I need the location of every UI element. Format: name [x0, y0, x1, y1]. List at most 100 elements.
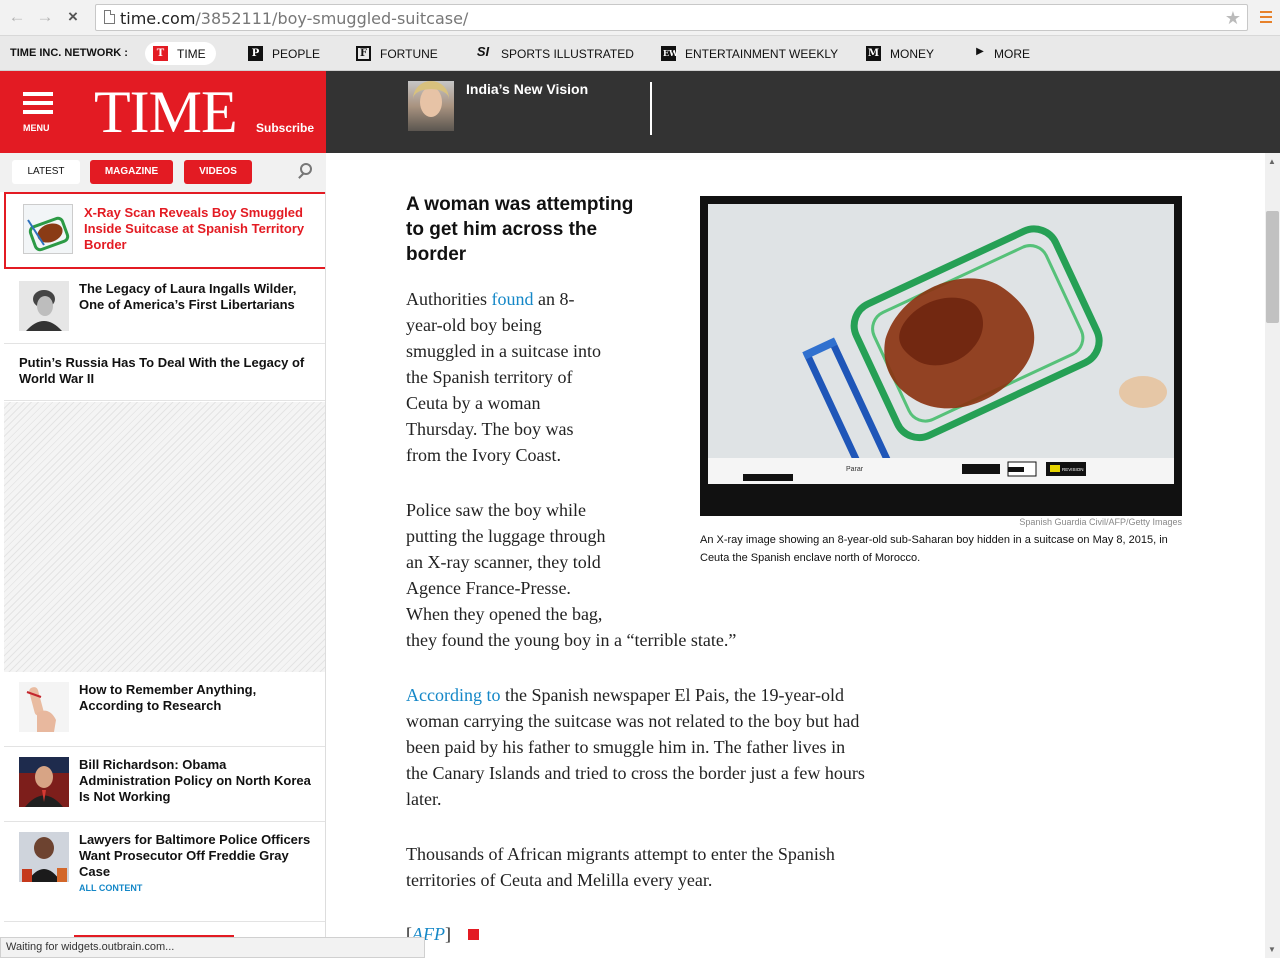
- network-link-time[interactable]: T TIME: [145, 42, 216, 65]
- photo-caption: An X-ray image showing an 8-year-old sub…: [700, 534, 1168, 564]
- time-network-bar: TIME INC. NETWORK : T TIME P PEOPLE F FORTU…: [0, 36, 1280, 71]
- found-link[interactable]: found: [492, 289, 534, 309]
- tab-magazine[interactable]: MAGAZINE: [90, 160, 173, 184]
- network-link-more[interactable]: ▶ MORE: [975, 42, 1030, 65]
- end-of-article-mark: [468, 929, 479, 940]
- scroll-down-icon[interactable]: ▼: [1268, 945, 1276, 954]
- url-host: time.com: [120, 9, 196, 28]
- parar-label: Parar: [846, 466, 864, 473]
- richardson-thumbnail: [19, 757, 69, 807]
- loading-status: Waiting for widgets.outbrain.com...: [0, 937, 425, 958]
- portrait-thumbnail-image: [19, 281, 69, 331]
- browser-menu-icon[interactable]: [1260, 11, 1272, 26]
- scroll-up-icon[interactable]: ▲: [1268, 157, 1276, 166]
- stop-loading-icon[interactable]: ×: [64, 8, 82, 26]
- time-logo-icon: T: [153, 46, 168, 61]
- si-logo-icon: SI: [476, 44, 490, 59]
- xray-thumbnail-image: [24, 205, 72, 253]
- article-subheading: A woman was attempting to get him across…: [406, 194, 634, 265]
- time-logo[interactable]: TIME: [94, 78, 238, 147]
- network-title: TIME INC. NETWORK :: [10, 47, 128, 59]
- sidebar-item-title: X-Ray Scan Reveals Boy Smuggled Inside S…: [84, 205, 305, 252]
- richardson-thumbnail-image: [19, 757, 69, 807]
- ew-logo-icon: EW: [661, 46, 678, 61]
- bookmark-star-icon[interactable]: ★: [1225, 8, 1241, 29]
- search-icon[interactable]: [300, 163, 312, 175]
- subscribe-link[interactable]: Subscribe: [256, 121, 314, 135]
- laura-thumbnail: [19, 281, 69, 331]
- money-logo-icon: M: [866, 46, 881, 61]
- paragraph-3-text: the Spanish newspaper El Pais, the 19-ye…: [500, 685, 845, 705]
- xray-thumbnail: [23, 204, 73, 254]
- paragraph-2-line: Agence France-Presse.: [406, 578, 571, 598]
- network-link-people[interactable]: P PEOPLE: [248, 42, 320, 65]
- paragraph-3-line: later.: [406, 789, 442, 809]
- paragraph-3-line: the Canary Islands and tried to cross th…: [406, 763, 865, 783]
- all-content-link[interactable]: ALL CONTENT: [79, 883, 142, 893]
- finger-thumbnail-image: [19, 682, 69, 732]
- revision-label: REVISION: [1062, 467, 1084, 472]
- promo-avatar[interactable]: [408, 81, 454, 131]
- promo-title[interactable]: India’s New Vision: [466, 81, 588, 97]
- sidebar-item-title: The Legacy of Laura Ingalls Wilder, One …: [79, 281, 297, 312]
- more-arrow-icon: ▶: [976, 46, 984, 57]
- sidebar-item-bill-richardson[interactable]: Bill Richardson: Obama Administration Po…: [4, 747, 325, 822]
- scrollbar-thumb[interactable]: [1266, 211, 1279, 323]
- sidebar-item-xray[interactable]: X-Ray Scan Reveals Boy Smuggled Inside S…: [4, 192, 325, 269]
- paragraph-1-line: Ceuta by a woman: [406, 393, 541, 413]
- address-bar[interactable]: time.com/3852111/boy-smuggled-suitcase/ …: [95, 4, 1248, 31]
- paragraph-1-line: year-old boy being: [406, 315, 542, 335]
- sidebar-item-title: Putin’s Russia Has To Deal With the Lega…: [19, 355, 305, 386]
- paragraph-1-line: the Spanish territory of: [406, 367, 573, 387]
- back-arrow-icon[interactable]: ←: [8, 8, 26, 26]
- sidebar-tabs: LATEST MAGAZINE VIDEOS: [0, 153, 326, 192]
- fortune-logo-icon: F: [356, 46, 371, 61]
- page-icon: [104, 10, 115, 24]
- network-label: FORTUNE: [380, 46, 438, 61]
- paragraph-1-text: Authorities: [406, 289, 492, 309]
- xray-screen: Parar REVISION: [708, 204, 1174, 484]
- paragraph-1-line: from the Ivory Coast.: [406, 445, 561, 465]
- network-link-entertainment-weekly[interactable]: EW ENTERTAINMENT WEEKLY: [661, 42, 838, 65]
- sidebar-ad-placeholder: [4, 402, 325, 672]
- forward-arrow-icon[interactable]: →: [36, 8, 54, 26]
- according-to-link[interactable]: According to: [406, 685, 500, 705]
- network-link-money[interactable]: M MONEY: [866, 42, 934, 65]
- paragraph-3: According to the Spanish newspaper El Pa…: [406, 682, 966, 812]
- sidebar-item-title: How to Remember Anything, According to R…: [79, 682, 257, 713]
- paragraph-2: Police saw the boy while putting the lug…: [406, 497, 826, 653]
- tab-latest[interactable]: LATEST: [12, 160, 80, 184]
- menu-icon[interactable]: [23, 92, 53, 119]
- paragraph-4: Thousands of African migrants attempt to…: [406, 841, 966, 893]
- xray-suitcase-image: Parar REVISION: [708, 204, 1174, 484]
- sidebar-item-laura-ingalls-wilder[interactable]: The Legacy of Laura Ingalls Wilder, One …: [4, 271, 325, 344]
- menu-label[interactable]: MENU: [23, 123, 50, 133]
- sidebar-item-putin-russia[interactable]: Putin’s Russia Has To Deal With the Lega…: [4, 344, 325, 401]
- people-logo-icon: P: [248, 46, 263, 61]
- network-label: MONEY: [890, 46, 935, 61]
- network-label: PEOPLE: [272, 46, 321, 61]
- baltimore-thumbnail: [19, 832, 69, 882]
- article-body: A woman was attempting to get him across…: [326, 153, 1265, 958]
- remember-thumbnail: [19, 682, 69, 732]
- sidebar-item-title: Lawyers for Baltimore Police Officers Wa…: [79, 832, 311, 879]
- sidebar-item-title: Bill Richardson: Obama Administration Po…: [79, 757, 311, 804]
- network-label: MORE: [994, 46, 1030, 61]
- paragraph-4-line: territories of Ceuta and Melilla every y…: [406, 870, 713, 890]
- network-label: TIME: [177, 46, 206, 61]
- network-label: ENTERTAINMENT WEEKLY: [685, 46, 839, 61]
- paragraph-1: Authorities found an 8- year-old boy bei…: [406, 286, 656, 468]
- sidebar-item-baltimore-lawyers[interactable]: Lawyers for Baltimore Police Officers Wa…: [4, 822, 325, 922]
- xray-photo[interactable]: Parar REVISION: [700, 196, 1182, 516]
- network-label: SPORTS ILLUSTRATED: [501, 46, 634, 61]
- sidebar-item-remember-anything[interactable]: How to Remember Anything, According to R…: [4, 672, 325, 747]
- network-link-fortune[interactable]: F FORTUNE: [356, 42, 438, 65]
- promo-divider: [650, 82, 652, 135]
- paragraph-1-line: an 8-: [533, 289, 575, 309]
- browser-toolbar: ← → × time.com/3852111/boy-smuggled-suit…: [0, 0, 1280, 36]
- paragraph-1-line: smuggled in a suitcase into: [406, 341, 601, 361]
- network-link-sports-illustrated[interactable]: SI SPORTS ILLUSTRATED: [474, 42, 634, 65]
- paragraph-3-line: been paid by his father to smuggle him i…: [406, 737, 846, 757]
- baltimore-thumbnail-image: [19, 832, 69, 882]
- tab-videos[interactable]: VIDEOS: [184, 160, 252, 184]
